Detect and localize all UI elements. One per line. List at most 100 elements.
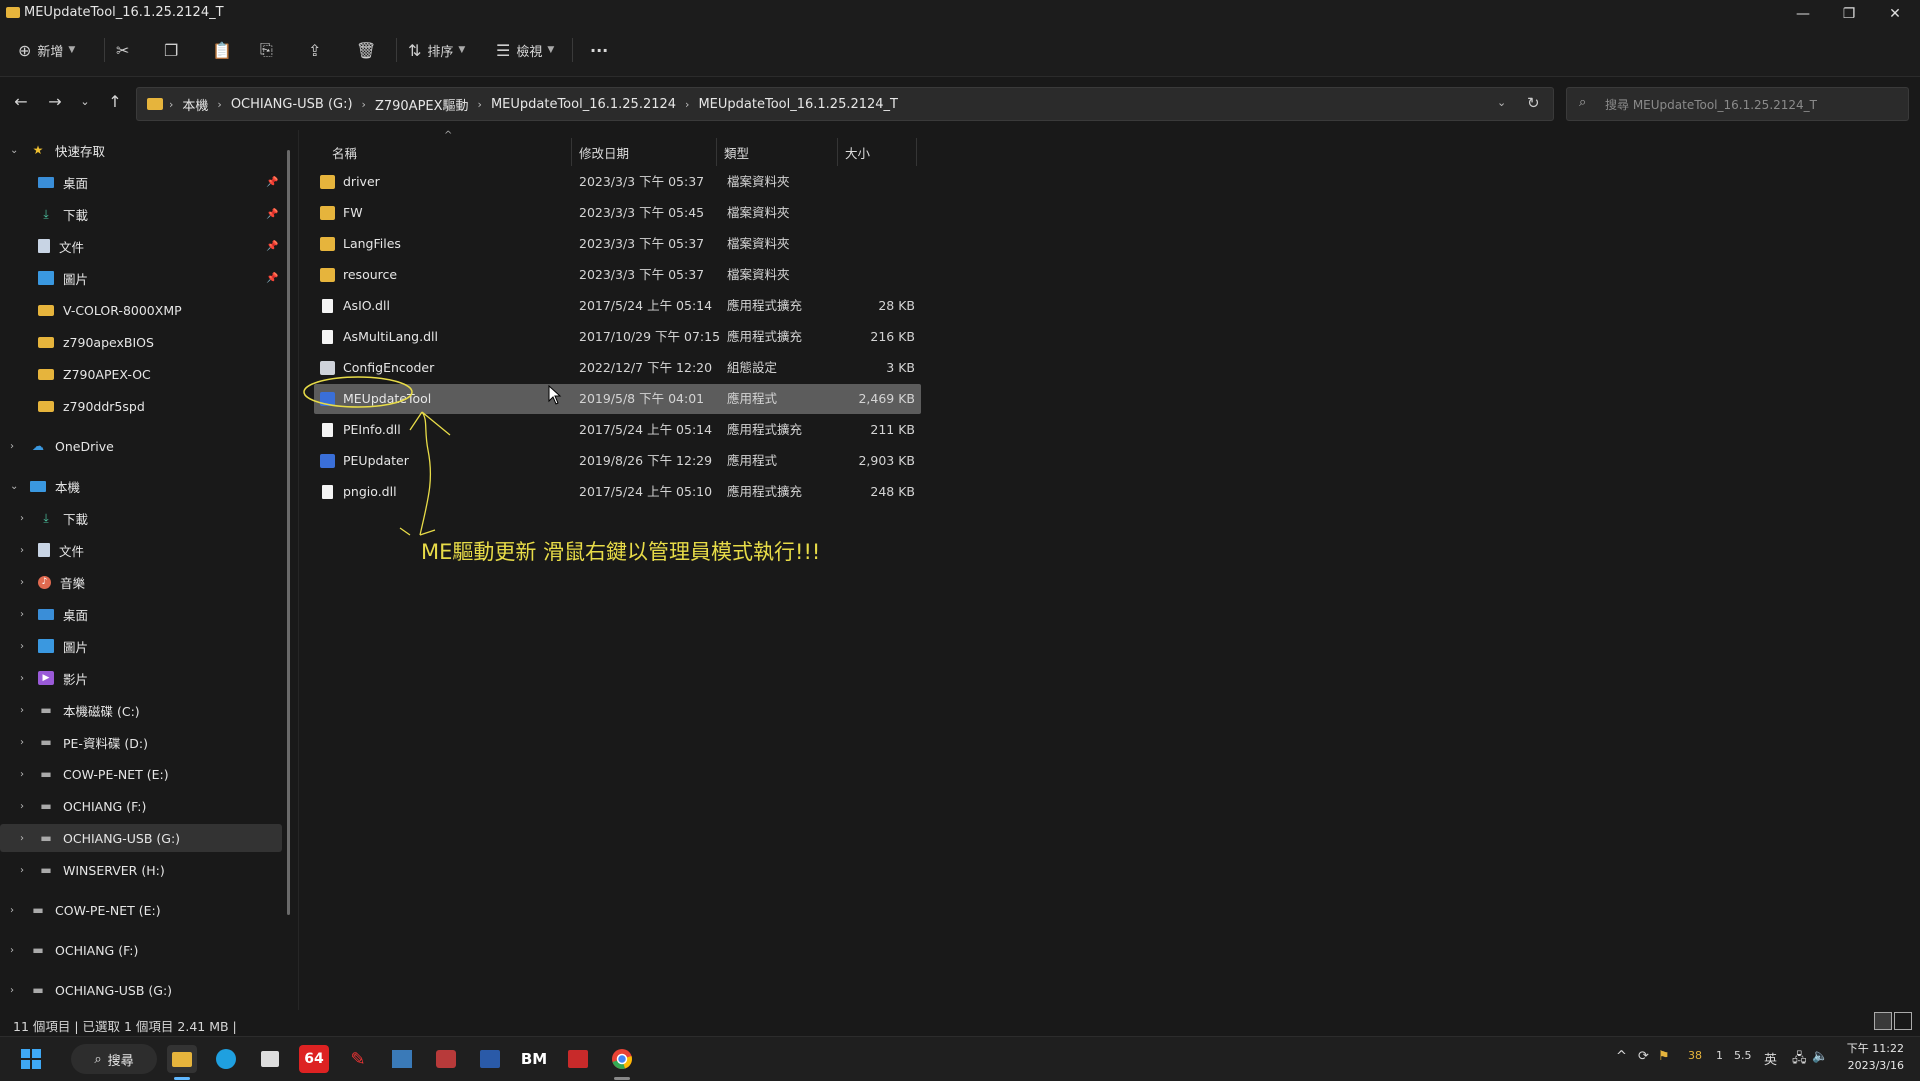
store-taskbar-icon[interactable]	[255, 1045, 285, 1073]
app-taskbar-icon[interactable]	[563, 1045, 593, 1073]
nav-this-pc[interactable]: ⌄ 本機	[0, 472, 282, 500]
new-button[interactable]: ⊕ 新增 ▼	[18, 38, 75, 62]
ime-indicator[interactable]: 英	[1764, 1049, 1777, 1068]
network-icon[interactable]: 🖧	[1792, 1049, 1807, 1071]
file-explorer-taskbar-icon[interactable]	[167, 1045, 197, 1073]
nav-onedrive[interactable]: › ☁ OneDrive	[0, 432, 282, 460]
pin-icon[interactable]: 📌	[266, 177, 278, 188]
app-taskbar-icon[interactable]: ✎	[343, 1045, 373, 1073]
chevron-right-icon[interactable]: ›	[20, 513, 24, 524]
view-button[interactable]: ☰ 檢視 ▼	[496, 38, 554, 62]
file-row[interactable]: AsMultiLang.dll 2017/10/29 下午 07:15 應用程式擴充…	[314, 322, 921, 352]
chevron-right-icon[interactable]: ›	[20, 769, 24, 780]
chevron-right-icon[interactable]: ›	[20, 705, 24, 716]
minimize-button[interactable]: —	[1780, 0, 1826, 28]
nav-item-drive-c[interactable]: › ▬ 本機磁碟 (C:)	[0, 696, 282, 724]
chevron-right-icon[interactable]: ›	[10, 905, 14, 916]
pin-icon[interactable]: 📌	[266, 273, 278, 284]
nav-item-downloads[interactable]: › ⤓ 下載	[0, 504, 282, 532]
chevron-right-icon[interactable]: ›	[20, 609, 24, 620]
chevron-right-icon[interactable]: ›	[478, 98, 482, 111]
volume-icon[interactable]: 🔈	[1812, 1049, 1828, 1064]
chevron-right-icon[interactable]: ›	[20, 737, 24, 748]
tray-temperature[interactable]: 38	[1688, 1049, 1702, 1062]
nav-item-recent-folder[interactable]: Z790APEX-OC	[0, 360, 282, 388]
start-button[interactable]	[16, 1045, 46, 1073]
search-box[interactable]: ⌕	[1566, 87, 1909, 121]
share-button[interactable]: ⇪	[308, 38, 327, 62]
nav-scrollbar[interactable]	[287, 150, 290, 915]
chevron-right-icon[interactable]: ›	[20, 833, 24, 844]
chevron-down-icon[interactable]: ⌄	[10, 481, 18, 492]
tray-value[interactable]: 1	[1716, 1049, 1723, 1062]
nav-drive-e[interactable]: › ▬ COW-PE-NET (E:)	[0, 896, 282, 924]
nav-item-videos[interactable]: › ▶ 影片	[0, 664, 282, 692]
chevron-right-icon[interactable]: ›	[20, 801, 24, 812]
clock[interactable]: 下午 11:22 2023/3/16	[1847, 1040, 1904, 1074]
nav-item-music[interactable]: › ♪ 音樂	[0, 568, 282, 596]
address-history-dropdown[interactable]: ⌄	[1497, 96, 1506, 109]
nav-item-recent-folder[interactable]: z790ddr5spd	[0, 392, 282, 420]
nav-item-downloads[interactable]: ⤓ 下載 📌	[0, 200, 282, 228]
chevron-right-icon[interactable]: ›	[20, 641, 24, 652]
nav-quick-access[interactable]: ⌄ ★ 快速存取	[0, 136, 282, 164]
nav-item-pictures[interactable]: › 圖片	[0, 632, 282, 660]
maximize-button[interactable]: ❐	[1826, 0, 1872, 28]
back-button[interactable]: ←	[8, 90, 34, 112]
chevron-right-icon[interactable]: ›	[20, 673, 24, 684]
chevron-right-icon[interactable]: ›	[20, 865, 24, 876]
nav-item-documents[interactable]: › 文件	[0, 536, 282, 564]
taskbar-search-button[interactable]: ⌕ 搜尋	[71, 1044, 157, 1074]
nav-item-drive-d[interactable]: › ▬ PE-資料碟 (D:)	[0, 728, 282, 756]
file-row[interactable]: driver 2023/3/3 下午 05:37 檔案資料夾	[314, 167, 921, 197]
up-button[interactable]: ↑	[102, 90, 128, 112]
chevron-right-icon[interactable]: ›	[10, 985, 14, 996]
chevron-right-icon[interactable]: ›	[20, 577, 24, 588]
app-taskbar-icon[interactable]	[431, 1045, 461, 1073]
breadcrumb-item[interactable]: OCHIANG-USB (G:)	[231, 97, 353, 112]
tray-app-icon[interactable]: ⚑	[1658, 1049, 1670, 1064]
nav-item-drive-e[interactable]: › ▬ COW-PE-NET (E:)	[0, 760, 282, 788]
chevron-right-icon[interactable]: ›	[217, 98, 221, 111]
breadcrumb-item[interactable]: MEUpdateTool_16.1.25.2124	[491, 97, 676, 112]
nav-item-desktop[interactable]: › 桌面	[0, 600, 282, 628]
nav-item-recent-folder[interactable]: V-COLOR-8000XMP	[0, 296, 282, 324]
nav-item-desktop[interactable]: 桌面 📌	[0, 168, 282, 196]
chevron-right-icon[interactable]: ›	[362, 98, 366, 111]
nav-item-pictures[interactable]: 圖片 📌	[0, 264, 282, 292]
pin-icon[interactable]: 📌	[266, 209, 278, 220]
chevron-down-icon[interactable]: ⌄	[10, 145, 18, 156]
details-view-button[interactable]	[1874, 1012, 1892, 1030]
copy-button[interactable]: ❐	[164, 38, 184, 62]
nav-item-documents[interactable]: 文件 📌	[0, 232, 282, 260]
delete-button[interactable]: 🗑	[356, 38, 382, 62]
recent-locations-button[interactable]: ⌄	[72, 90, 98, 112]
chevron-right-icon[interactable]: ›	[685, 98, 689, 111]
rename-button[interactable]: ⎘	[260, 38, 279, 62]
breadcrumb-item[interactable]: Z790APEX驅動	[375, 95, 469, 114]
chrome-taskbar-icon[interactable]	[607, 1045, 637, 1073]
file-row[interactable]: AsIO.dll 2017/5/24 上午 05:14 應用程式擴充 28 KB	[314, 291, 921, 321]
forward-button[interactable]: →	[42, 90, 68, 112]
file-row[interactable]: LangFiles 2023/3/3 下午 05:37 檔案資料夾	[314, 229, 921, 259]
chevron-right-icon[interactable]: ›	[10, 945, 14, 956]
large-icons-view-button[interactable]	[1894, 1012, 1912, 1030]
edge-taskbar-icon[interactable]	[211, 1045, 241, 1073]
sort-button[interactable]: ⇅ 排序 ▼	[408, 38, 465, 62]
search-input[interactable]	[1603, 94, 1897, 116]
more-button[interactable]: ···	[590, 38, 608, 62]
benchmate-taskbar-icon[interactable]: BM	[519, 1045, 549, 1073]
breadcrumb-item[interactable]: 本機	[182, 95, 208, 114]
nav-drive-f[interactable]: › ▬ OCHIANG (F:)	[0, 936, 282, 964]
paste-button[interactable]: 📋	[212, 38, 238, 62]
chevron-right-icon[interactable]: ›	[20, 545, 24, 556]
address-bar[interactable]: › 本機 › OCHIANG-USB (G:) › Z790APEX驅動 › M…	[136, 87, 1554, 121]
file-row[interactable]: resource 2023/3/3 下午 05:37 檔案資料夾	[314, 260, 921, 290]
aida64-taskbar-icon[interactable]: 64	[299, 1045, 329, 1073]
nav-drive-g[interactable]: › ▬ OCHIANG-USB (G:)	[0, 976, 282, 1004]
nav-item-recent-folder[interactable]: z790apexBIOS	[0, 328, 282, 356]
refresh-icon[interactable]: ↻	[1527, 94, 1540, 112]
sync-icon[interactable]: ⟳	[1638, 1049, 1649, 1064]
chevron-up-icon[interactable]: ^	[1616, 1049, 1627, 1064]
pane-divider[interactable]	[298, 130, 299, 1010]
